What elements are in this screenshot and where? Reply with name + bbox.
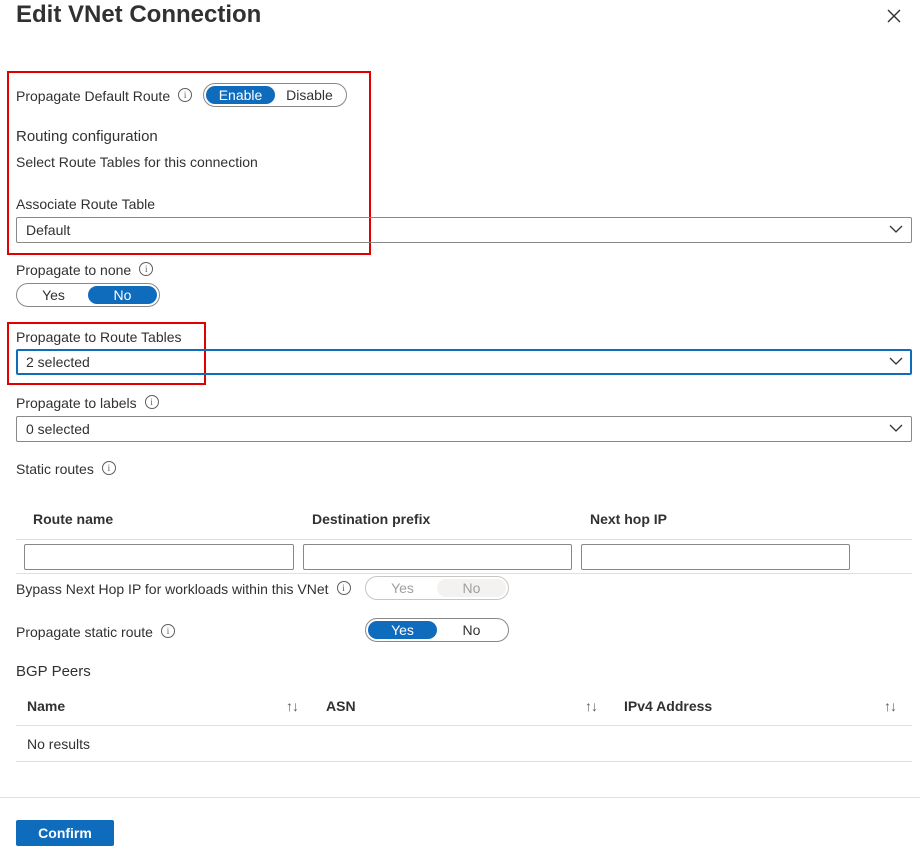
routing-configuration-heading: Routing configuration xyxy=(16,128,158,145)
propagate-route-tables-dropdown[interactable]: 2 selected xyxy=(16,349,912,375)
next-hop-ip-header: Next hop IP xyxy=(590,511,668,527)
confirm-button[interactable]: Confirm xyxy=(16,820,114,846)
chevron-down-icon xyxy=(889,424,903,432)
info-icon[interactable]: i xyxy=(101,461,116,476)
footer-divider xyxy=(0,797,920,798)
bypass-label: Bypass Next Hop IP for workloads within … xyxy=(16,581,329,597)
info-icon[interactable]: i xyxy=(336,581,351,596)
propagate-default-route-label-row: Propagate Default Route i xyxy=(16,87,193,105)
propagate-default-route-label: Propagate Default Route xyxy=(16,88,171,104)
no-option[interactable]: No xyxy=(437,621,506,639)
yes-option: Yes xyxy=(391,580,414,596)
bgp-ipv4-header[interactable]: IPv4 Address xyxy=(624,698,712,714)
route-name-input[interactable] xyxy=(24,544,294,570)
next-hop-ip-input[interactable] xyxy=(581,544,850,570)
bgp-asn-header[interactable]: ASN xyxy=(326,698,356,714)
destination-prefix-input[interactable] xyxy=(303,544,572,570)
propagate-labels-dropdown[interactable]: 0 selected xyxy=(16,416,912,442)
routing-description: Select Route Tables for this connection xyxy=(16,154,258,170)
propagate-to-none-label: Propagate to none xyxy=(16,262,132,278)
propagate-static-label: Propagate static route xyxy=(16,624,153,640)
sort-icon[interactable]: ↑↓ xyxy=(884,698,897,714)
propagate-route-tables-label: Propagate to Route Tables xyxy=(16,329,182,345)
no-option[interactable]: No xyxy=(88,286,157,304)
bgp-header-divider xyxy=(16,725,912,726)
yes-option[interactable]: Yes xyxy=(368,621,437,639)
static-routes-row-divider xyxy=(16,573,912,574)
enable-option[interactable]: Enable xyxy=(206,86,275,104)
destination-prefix-header: Destination prefix xyxy=(312,511,431,527)
info-icon[interactable]: i xyxy=(139,262,154,277)
propagate-route-tables-value: 2 selected xyxy=(26,354,90,370)
sort-icon[interactable]: ↑↓ xyxy=(286,698,299,714)
propagate-to-none-toggle[interactable]: Yes No xyxy=(16,283,160,307)
propagate-static-toggle[interactable]: Yes No xyxy=(365,618,509,642)
bgp-peers-heading: BGP Peers xyxy=(16,663,91,680)
bypass-toggle: Yes No xyxy=(365,576,509,600)
info-icon[interactable]: i xyxy=(178,88,193,103)
associate-route-table-label: Associate Route Table xyxy=(16,196,156,212)
bypass-label-row: Bypass Next Hop IP for workloads within … xyxy=(16,580,351,598)
bgp-empty-message: No results xyxy=(27,736,91,752)
info-icon[interactable]: i xyxy=(144,395,159,410)
propagate-labels-value: 0 selected xyxy=(26,421,90,437)
associate-route-table-dropdown[interactable]: Default xyxy=(16,217,912,243)
propagate-to-none-label-row: Propagate to none i xyxy=(16,261,154,279)
info-icon[interactable]: i xyxy=(160,624,175,639)
static-routes-divider xyxy=(16,539,912,540)
sort-icon[interactable]: ↑↓ xyxy=(585,698,598,714)
propagate-static-label-row: Propagate static route i xyxy=(16,623,175,641)
chevron-down-icon xyxy=(889,357,903,365)
propagate-labels-label: Propagate to labels xyxy=(16,395,137,411)
static-routes-label: Static routes xyxy=(16,461,94,477)
route-name-header: Route name xyxy=(33,511,114,527)
bgp-bottom-divider xyxy=(16,761,912,762)
close-icon[interactable] xyxy=(884,6,904,26)
propagate-labels-label-row: Propagate to labels i xyxy=(16,394,159,412)
static-routes-label-row: Static routes i xyxy=(16,460,116,478)
bgp-name-header[interactable]: Name xyxy=(27,698,65,714)
disable-option[interactable]: Disable xyxy=(275,86,344,104)
associate-route-table-value: Default xyxy=(26,222,71,238)
chevron-down-icon xyxy=(889,225,903,233)
yes-option[interactable]: Yes xyxy=(19,286,88,304)
no-option: No xyxy=(437,579,506,597)
page-title: Edit VNet Connection xyxy=(16,1,262,28)
propagate-default-route-toggle[interactable]: Enable Disable xyxy=(203,83,347,107)
